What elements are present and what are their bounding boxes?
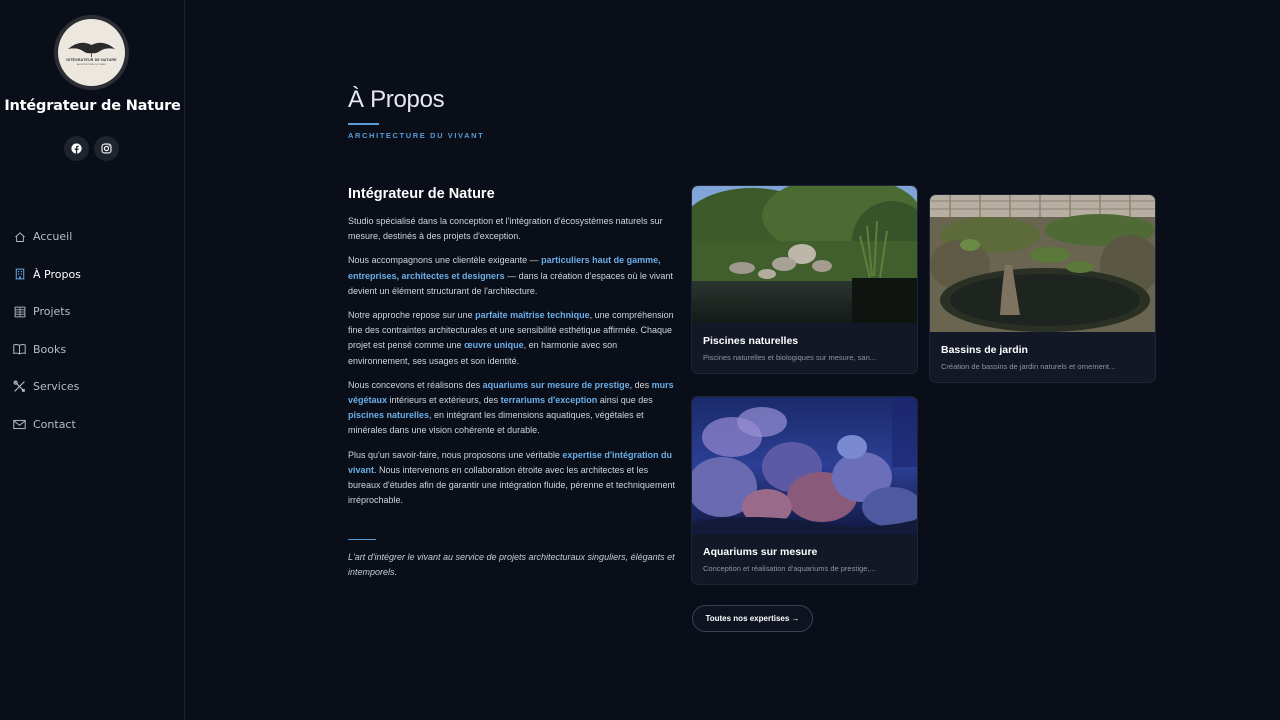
card-title: Bassins de jardin <box>941 344 1028 356</box>
card-aquariums-sur-mesure[interactable]: Aquariums sur mesure Conception et réali… <box>691 396 918 585</box>
nav-item-projets[interactable]: Projets <box>0 293 185 331</box>
page-title: À Propos <box>348 86 445 113</box>
highlight: piscines naturelles <box>348 410 430 421</box>
text: intérieurs et extérieurs, des <box>387 395 501 406</box>
nav-label-projets: Projets <box>33 305 71 319</box>
logo-subtext: ARCHITECTURE DU VIVANT <box>76 64 107 66</box>
sidebar: INTÉGRATEUR DE NATURE ARCHITECTURE DU VI… <box>0 0 185 720</box>
nav-label-services: Services <box>33 380 80 394</box>
grid-icon <box>13 305 26 318</box>
card-image-pool <box>692 186 917 323</box>
card-image-aquarium <box>692 397 917 534</box>
card-bassins-de-jardin[interactable]: Bassins de jardin Création de bassins de… <box>929 194 1156 383</box>
instagram-button[interactable] <box>94 136 119 161</box>
text: Nous concevons et réalisons des <box>348 379 483 390</box>
nav-label-accueil: Accueil <box>33 230 73 244</box>
text: . Nous intervenons en collaboration étro… <box>348 464 675 506</box>
highlight: terrariums d'exception <box>500 395 598 406</box>
text: Plus qu'un savoir-faire, nous proposons … <box>348 449 563 460</box>
card-piscines-naturelles[interactable]: Piscines naturelles Piscines naturelles … <box>691 185 918 374</box>
card-title: Aquariums sur mesure <box>703 546 818 558</box>
highlight: parfaite maîtrise technique <box>475 310 590 321</box>
paragraph-4: Nous concevons et réalisons des aquarium… <box>348 378 678 439</box>
nav-item-services[interactable]: Services <box>0 368 185 406</box>
nav-label-contact: Contact <box>33 417 76 431</box>
facebook-icon <box>71 143 82 154</box>
nav-label-books: Books <box>33 342 67 356</box>
text: , des <box>629 379 652 390</box>
quote-divider <box>348 539 376 540</box>
logo-badge: INTÉGRATEUR DE NATURE ARCHITECTURE DU VI… <box>58 19 125 86</box>
nav-label-a-propos: À Propos <box>33 267 81 281</box>
text: Nous accompagnons une clientèle exigeant… <box>348 255 542 266</box>
paragraph-5: Plus qu'un savoir-faire, nous proposons … <box>348 448 678 509</box>
quote: L'art d'intégrer le vivant au service de… <box>348 552 675 578</box>
text: Notre approche repose sur une <box>348 310 476 321</box>
home-icon <box>13 230 26 243</box>
nav-item-accueil[interactable]: Accueil <box>0 218 185 256</box>
text: Studio spécialisé dans la conception et … <box>348 216 663 242</box>
building-icon <box>13 268 26 281</box>
logo-text: INTÉGRATEUR DE NATURE <box>66 58 117 62</box>
paragraph-2: Nous accompagnons une clientèle exigeant… <box>348 253 678 299</box>
nav-item-contact[interactable]: Contact <box>0 406 185 444</box>
facebook-button[interactable] <box>64 136 89 161</box>
manta-ray-icon <box>68 42 115 57</box>
tools-icon <box>13 380 26 393</box>
text: ainsi que des <box>597 395 653 406</box>
section-title: Intégrateur de Nature <box>348 186 495 202</box>
title-underline <box>348 123 379 125</box>
all-expertises-button[interactable]: Toutes nos expertises → <box>692 605 813 632</box>
nav-item-books[interactable]: Books <box>0 331 185 369</box>
paragraph-3: Notre approche repose sur une parfaite m… <box>348 308 678 369</box>
book-icon <box>13 343 26 356</box>
card-description: Piscines naturelles et biologiques sur m… <box>703 353 877 362</box>
envelope-icon <box>13 418 26 431</box>
highlight: aquariums sur mesure de prestige <box>482 379 630 390</box>
main-nav: Accueil À Propos Projets Books Services <box>0 218 185 443</box>
paragraph-1: Studio spécialisé dans la conception et … <box>348 214 678 244</box>
nav-item-a-propos[interactable]: À Propos <box>0 256 185 294</box>
highlight: œuvre unique <box>464 340 524 351</box>
about-content: Studio spécialisé dans la conception et … <box>348 214 678 517</box>
instagram-icon <box>101 143 112 154</box>
card-title: Piscines naturelles <box>703 335 799 347</box>
site-title: Intégrateur de Nature <box>4 98 181 114</box>
card-description: Conception et réalisation d'aquariums de… <box>703 564 876 573</box>
logo[interactable]: INTÉGRATEUR DE NATURE ARCHITECTURE DU VI… <box>54 15 129 90</box>
card-image-garden-pond <box>930 195 1155 332</box>
card-description: Création de bassins de jardin naturels e… <box>941 362 1116 371</box>
page-subtitle: ARCHITECTURE DU VIVANT <box>348 131 485 140</box>
